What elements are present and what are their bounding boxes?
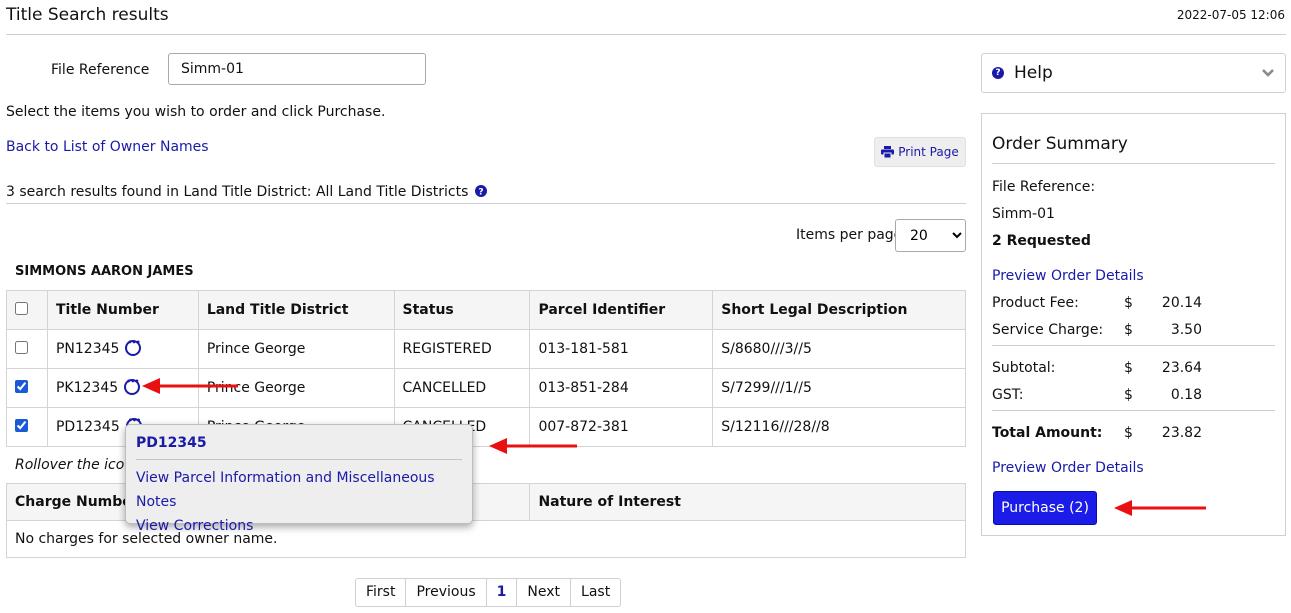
annotation-arrow-icon — [1114, 500, 1206, 516]
order-summary-title: Order Summary — [992, 134, 1128, 154]
timestamp: 2022-07-05 12:06 — [1176, 8, 1285, 22]
pagination-current-page[interactable]: 1 — [485, 579, 517, 606]
view-parcel-information-link[interactable]: View Parcel Information and Miscellaneou… — [136, 466, 462, 514]
popover-title: PD12345 — [136, 435, 462, 460]
title-options-popover: PD12345 View Parcel Information and Misc… — [125, 424, 473, 534]
pagination-previous[interactable]: Previous — [405, 579, 485, 606]
currency-symbol: $ — [1124, 360, 1133, 376]
items-per-page-select[interactable]: 20 — [895, 219, 966, 252]
column-header-short-legal-description: Short Legal Description — [712, 290, 966, 330]
results-count-text: 3 search results found in Land Title Dis… — [6, 184, 469, 200]
row-select-cell — [6, 329, 48, 369]
preview-order-details-link-bottom[interactable]: Preview Order Details — [992, 460, 1144, 476]
more-options-icon[interactable] — [125, 338, 142, 356]
total-amount-label: Total Amount: — [992, 425, 1103, 441]
gst-amount: 0.18 — [1170, 387, 1202, 403]
header-divider — [6, 34, 1286, 35]
legal-description-cell: S/12116///28//8 — [712, 407, 966, 447]
pagination-last[interactable]: Last — [570, 579, 620, 606]
owner-name-heading: SIMMONS AARON JAMES — [15, 264, 194, 279]
results-divider — [6, 203, 966, 204]
help-panel[interactable]: ? Help — [981, 53, 1286, 93]
file-reference-input[interactable] — [168, 53, 426, 85]
summary-file-reference-value: Simm-01 — [992, 206, 1055, 222]
title-number: PN12345 — [55, 341, 120, 357]
row-select-cell — [6, 368, 48, 408]
requested-count: 2 Requested — [992, 233, 1091, 249]
legal-description-cell: S/8680///3//5 — [712, 329, 966, 369]
currency-symbol: $ — [1124, 322, 1133, 338]
page-title: Title Search results — [6, 5, 169, 25]
row-select-cell — [6, 407, 48, 447]
pagination-first[interactable]: First — [356, 579, 405, 606]
row-checkbox[interactable] — [15, 379, 28, 393]
back-to-owner-names-link[interactable]: Back to List of Owner Names — [6, 139, 209, 155]
column-header-title-number: Title Number — [46, 290, 199, 330]
column-header-nature-of-interest: Nature of Interest — [529, 483, 966, 521]
print-page-label: Print Page — [898, 145, 959, 159]
help-icon: ? — [992, 67, 1004, 79]
results-count: 3 search results found in Land Title Dis… — [6, 184, 487, 200]
file-reference-label: File Reference — [51, 62, 150, 78]
column-header-land-title-district: Land Title District — [197, 290, 395, 330]
help-title: Help — [1014, 63, 1053, 83]
title-number: PK12345 — [55, 380, 119, 396]
status-cell: REGISTERED — [393, 329, 531, 369]
items-per-page-label: Items per page — [796, 227, 903, 243]
row-checkbox[interactable] — [15, 418, 28, 432]
product-fee-row: Product Fee: $ 20.14 — [992, 295, 1202, 311]
subtotal-row: Subtotal: $ 23.64 — [992, 360, 1202, 376]
annotation-arrow-icon — [489, 438, 577, 454]
legal-description-cell: S/7299///1//5 — [712, 368, 966, 408]
select-all-checkbox[interactable] — [15, 301, 28, 315]
column-header-status: Status — [393, 290, 531, 330]
product-fee-amount: 20.14 — [1161, 295, 1202, 311]
summary-divider — [992, 163, 1275, 164]
total-amount-row: Total Amount: $ 23.82 — [992, 425, 1202, 441]
currency-symbol: $ — [1124, 295, 1133, 311]
results-table-header-row: Title Number Land Title District Status … — [6, 290, 966, 330]
summary-divider — [992, 410, 1275, 411]
service-charge-amount: 3.50 — [1170, 322, 1202, 338]
view-corrections-link[interactable]: View Corrections — [136, 514, 462, 538]
title-number: PD12345 — [55, 419, 120, 435]
parcel-identifier-cell: 013-181-581 — [529, 329, 714, 369]
more-options-icon[interactable] — [124, 377, 141, 395]
title-number-cell: PN12345 — [46, 329, 199, 369]
table-row: PN12345 Prince George REGISTERED 013-181… — [6, 329, 966, 369]
subtotal-amount: 23.64 — [1161, 360, 1202, 376]
column-header-parcel-identifier: Parcel Identifier — [529, 290, 714, 330]
preview-order-details-link[interactable]: Preview Order Details — [992, 268, 1144, 284]
pagination: First Previous 1 Next Last — [355, 578, 622, 607]
summary-file-reference-label: File Reference: — [992, 179, 1096, 195]
annotation-arrow-icon — [142, 378, 238, 394]
order-summary-panel: Order Summary File Reference: Simm-01 2 … — [981, 113, 1286, 536]
gst-label: GST: — [992, 387, 1024, 403]
currency-symbol: $ — [1124, 425, 1133, 441]
currency-symbol: $ — [1124, 387, 1133, 403]
print-page-button[interactable]: Print Page — [874, 137, 966, 167]
total-amount-value: 23.82 — [1161, 425, 1202, 441]
district-cell: Prince George — [197, 329, 395, 369]
instruction-text: Select the items you wish to order and c… — [6, 104, 386, 120]
help-circle-icon[interactable]: ? — [474, 185, 487, 198]
summary-divider — [992, 345, 1275, 346]
select-all-cell — [6, 290, 48, 330]
service-charge-row: Service Charge: $ 3.50 — [992, 322, 1202, 338]
product-fee-label: Product Fee: — [992, 295, 1079, 311]
gst-row: GST: $ 0.18 — [992, 387, 1202, 403]
purchase-button[interactable]: Purchase (2) — [993, 491, 1097, 525]
status-cell: CANCELLED — [393, 368, 531, 408]
row-checkbox[interactable] — [15, 340, 28, 354]
printer-icon — [881, 146, 895, 158]
parcel-identifier-cell: 013-851-284 — [529, 368, 714, 408]
service-charge-label: Service Charge: — [992, 322, 1104, 338]
pagination-next[interactable]: Next — [516, 579, 570, 606]
svg-text:?: ? — [478, 188, 483, 198]
chevron-down-icon[interactable] — [1261, 68, 1275, 78]
subtotal-label: Subtotal: — [992, 360, 1056, 376]
